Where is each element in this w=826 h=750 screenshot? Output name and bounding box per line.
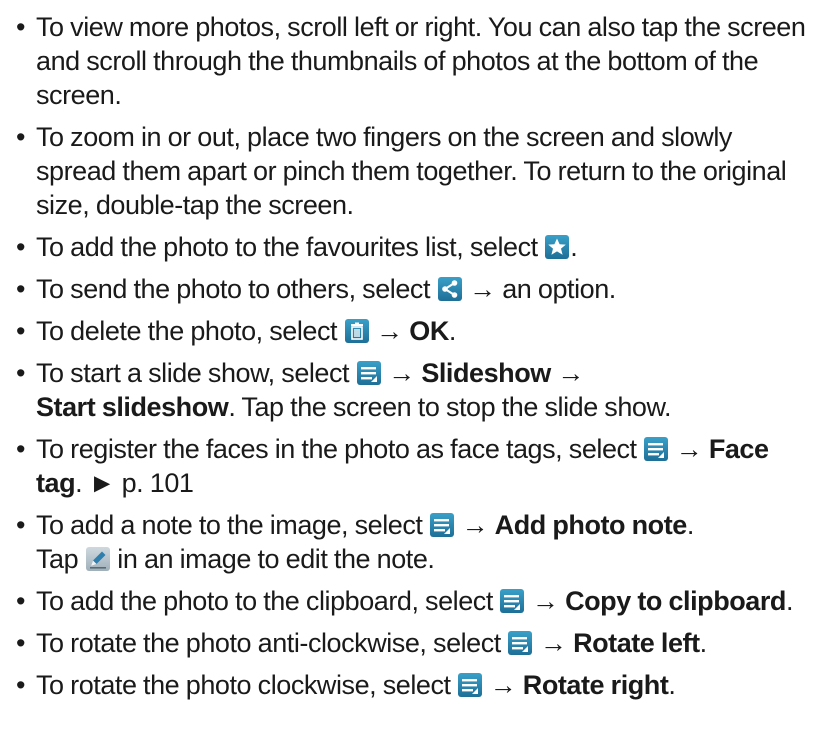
text-run: . [699,628,708,658]
text-run: . [570,232,578,262]
document-page: • To view more photos, scroll left or rig… [0,0,826,750]
list-item: • To start a slide show, select → Slidesh… [14,356,818,424]
bold-text: Slideshow [421,358,551,388]
bullet-dot: • [16,586,26,616]
bullet-dot: • [16,358,26,388]
text-run: To view more photos, scroll left or righ… [36,12,806,110]
menu-icon [356,361,381,385]
text-run: To register the faces in the photo as fa… [36,434,644,464]
menu-icon [500,589,525,613]
list-item: • To zoom in or out, place two fingers on… [14,120,818,222]
list-item: • To add the photo to the favourites list… [14,230,818,264]
bullet-dot: • [16,628,26,658]
bullet-dot: • [16,316,26,346]
bold-text: Add photo note [494,510,688,540]
bullet-dot: • [16,510,26,540]
list-item: • To add a note to the image, select → Ad… [14,508,818,576]
bullet-dot: • [16,12,26,42]
text-run: → [455,510,495,540]
list-item: • To rotate the photo clockwise, select →… [14,668,818,702]
text-run: . ► p. 101 [75,468,194,498]
bullet-dot: • [16,232,26,262]
bold-text: Start slideshow [36,392,229,422]
text-run: → an option. [462,274,616,304]
trash-icon [344,319,369,343]
text-run: To start a slide show, select [36,358,356,388]
menu-icon [644,437,669,461]
text-run: → [483,670,523,700]
text-run: . [448,316,457,346]
list-item: • To view more photos, scroll left or rig… [14,10,818,112]
bold-text: OK [409,316,449,346]
text-run: . [785,586,794,616]
list-item: • To send the photo to others, select → a… [14,272,818,306]
text-run: To send the photo to others, select [36,274,437,304]
list-item: • To add the photo to the clipboard, sele… [14,584,818,618]
bullet-dot: • [16,274,26,304]
text-run: . [686,510,695,540]
text-run: Tap [36,544,85,574]
text-run: in an image to edit the note. [110,544,435,574]
pen-icon [85,547,110,571]
bullet-dot: • [16,434,26,464]
text-run: . [668,670,676,700]
bold-text: Rotate right [522,670,669,700]
text-run: To rotate the photo anti-clockwise, sele… [36,628,508,658]
star-icon [545,235,570,259]
bold-text: Rotate left [573,628,700,658]
list-item: • To delete the photo, select → OK. [14,314,818,348]
text-run: → [525,586,566,616]
text-run: → [369,316,410,346]
text-run: To add the photo to the clipboard, selec… [36,586,500,616]
menu-icon [430,513,455,537]
bullet-dot: • [16,122,26,152]
text-run: To zoom in or out, place two fingers on … [36,122,787,220]
menu-icon [508,631,533,655]
list-item: • To register the faces in the photo as f… [14,432,818,500]
list-item: • To rotate the photo anti-clockwise, sel… [14,626,818,660]
menu-icon [458,673,483,697]
text-run: → [381,358,422,388]
text-run: To rotate the photo clockwise, select [36,670,458,700]
text-run: To delete the photo, select [36,316,344,346]
bold-text: Copy to clipboard [565,586,786,616]
instruction-list: • To view more photos, scroll left or rig… [14,10,818,702]
text-run: → [550,358,584,388]
text-run: . Tap the screen to stop the slide show. [228,392,672,422]
share-icon [437,277,462,301]
text-run: → [533,628,574,658]
text-run: To add the photo to the favourites list,… [36,232,545,262]
bullet-dot: • [16,670,26,700]
text-run: To add a note to the image, select [36,510,430,540]
text-run: → [669,434,709,464]
